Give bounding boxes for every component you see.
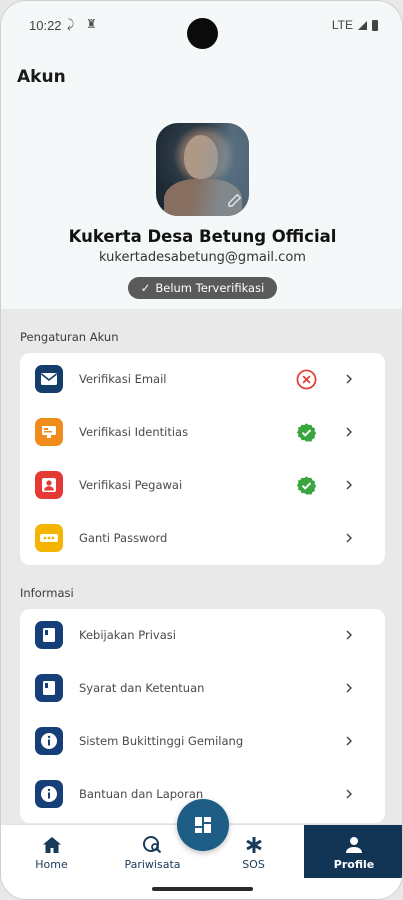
avatar[interactable] xyxy=(156,123,249,216)
chevron-right-icon xyxy=(346,683,352,693)
asterisk-icon xyxy=(243,835,265,855)
verification-badge: ✓ Belum Terverifikasi xyxy=(128,277,277,299)
menu-item-label: Kebijakan Privasi xyxy=(79,628,176,642)
not-verified-icon xyxy=(296,369,317,390)
verified-icon xyxy=(296,476,317,495)
signal-icon xyxy=(358,20,367,30)
chevron-right-icon xyxy=(346,533,352,543)
travel-explore-icon xyxy=(142,835,164,855)
status-right: LTE xyxy=(332,18,378,32)
account-settings-card: Verifikasi Email Verifikasi Identitias V… xyxy=(20,353,385,565)
nav-label: SOS xyxy=(242,858,265,871)
menu-item-verify-employee[interactable]: Verifikasi Pegawai xyxy=(20,459,385,512)
chevron-right-icon xyxy=(346,374,352,384)
envelope-icon xyxy=(35,365,63,393)
info-icon xyxy=(35,780,63,808)
book-icon xyxy=(35,621,63,649)
status-bar: 10:22 ⤸ ♜ LTE xyxy=(1,1,402,49)
chevron-right-icon xyxy=(346,480,352,490)
dashboard-icon xyxy=(195,817,211,833)
section-title-info: Informasi xyxy=(20,586,74,600)
nav-label: Home xyxy=(35,858,68,871)
status-time: 10:22 xyxy=(29,18,62,33)
profile-email: kukertadesabetung@gmail.com xyxy=(99,250,306,265)
menu-item-label: Bantuan dan Laporan xyxy=(79,787,204,801)
menu-item-change-password[interactable]: Ganti Password xyxy=(20,512,385,565)
verified-icon xyxy=(296,423,317,442)
section-title-account: Pengaturan Akun xyxy=(20,330,119,344)
menu-item-label: Syarat dan Ketentuan xyxy=(79,681,205,695)
nav-profile[interactable]: Profile xyxy=(304,825,402,878)
nav-label: Profile xyxy=(333,858,375,871)
check-icon: ✓ xyxy=(140,281,151,295)
phone-screen: 10:22 ⤸ ♜ LTE Akun Kukerta Desa Betung O… xyxy=(0,0,403,900)
camera-cutout xyxy=(187,18,218,49)
chevron-right-icon xyxy=(346,789,352,799)
home-icon xyxy=(41,835,63,855)
network-label: LTE xyxy=(331,18,353,32)
menu-item-label: Ganti Password xyxy=(79,531,168,545)
home-indicator[interactable] xyxy=(152,887,253,891)
person-icon xyxy=(343,835,365,855)
badge-label: Belum Terverifikasi xyxy=(155,281,265,295)
menu-item-system-info[interactable]: Sistem Bukittinggi Gemilang xyxy=(20,715,385,768)
info-card: Kebijakan Privasi Syarat dan Ketentuan S… xyxy=(20,609,385,823)
menu-item-verify-email[interactable]: Verifikasi Email xyxy=(20,353,385,406)
book-icon xyxy=(35,674,63,702)
menu-item-terms[interactable]: Syarat dan Ketentuan xyxy=(20,662,385,715)
password-icon xyxy=(35,524,63,552)
id-card-icon xyxy=(35,418,63,446)
profile-header-area: 10:22 ⤸ ♜ LTE Akun Kukerta Desa Betung O… xyxy=(1,1,402,309)
menu-item-label: Verifikasi Email xyxy=(79,372,167,386)
notification-icons: ⤸ ♜ xyxy=(67,17,101,31)
chevron-right-icon xyxy=(346,736,352,746)
nav-label: Pariwisata xyxy=(124,858,181,871)
battery-icon xyxy=(372,19,378,31)
page-title: Akun xyxy=(17,67,66,87)
edit-icon[interactable] xyxy=(226,191,244,209)
menu-item-label: Sistem Bukittinggi Gemilang xyxy=(79,734,244,748)
person-icon xyxy=(35,471,63,499)
dashboard-fab[interactable] xyxy=(177,799,229,851)
chevron-right-icon xyxy=(346,630,352,640)
menu-item-label: Verifikasi Identitias xyxy=(79,425,189,439)
menu-item-verify-identity[interactable]: Verifikasi Identitias xyxy=(20,406,385,459)
nav-home[interactable]: Home xyxy=(1,825,102,877)
chevron-right-icon xyxy=(346,427,352,437)
app-window: 10:22 ⤸ ♜ LTE Akun Kukerta Desa Betung O… xyxy=(0,0,403,900)
menu-item-label: Verifikasi Pegawai xyxy=(79,478,183,492)
info-icon xyxy=(35,727,63,755)
profile-name: Kukerta Desa Betung Official xyxy=(68,227,337,246)
menu-item-privacy-policy[interactable]: Kebijakan Privasi xyxy=(20,609,385,662)
